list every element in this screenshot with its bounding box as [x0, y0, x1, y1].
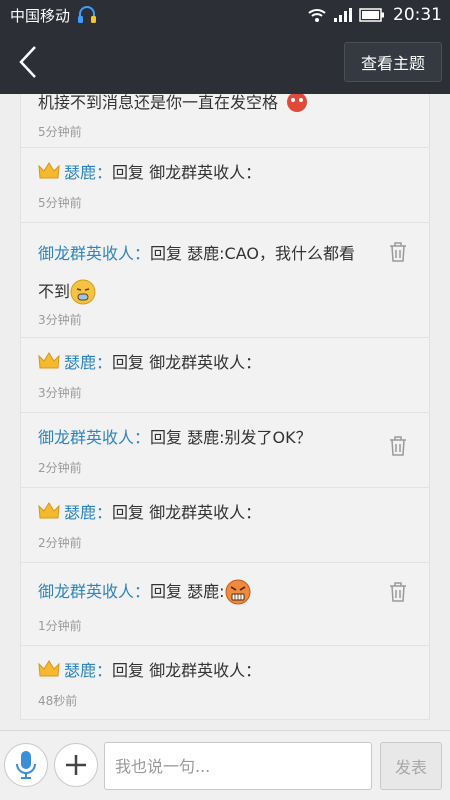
reply-target: 御龙群英收人： — [149, 503, 262, 522]
author-name[interactable]: 瑟鹿 — [64, 503, 96, 522]
author-name[interactable]: 瑟鹿 — [64, 163, 96, 182]
reply-word: 回复 — [150, 244, 183, 263]
wifi-icon — [308, 9, 326, 22]
trash-icon[interactable] — [388, 241, 408, 263]
reply-target: 瑟鹿 — [187, 244, 220, 263]
input-bar: 发表 — [0, 730, 450, 800]
microphone-icon — [16, 751, 36, 779]
back-button[interactable] — [0, 30, 56, 94]
tired-face-emoji-icon — [70, 279, 96, 305]
carrier-label: 中国移动 — [10, 6, 71, 25]
reply-time: 3分钟前 — [38, 313, 82, 327]
reply-word: 回复 — [112, 163, 145, 182]
reply-target: 瑟鹿 — [187, 582, 220, 601]
author-separator: ： — [134, 582, 151, 601]
view-topic-button[interactable]: 查看主题 — [344, 42, 442, 82]
reply-word: 回复 — [112, 353, 145, 372]
reply-text: 瑟鹿：回复 御龙群英收人： — [38, 160, 368, 186]
plus-icon — [66, 755, 86, 775]
author-name[interactable]: 御龙群英收人 — [38, 244, 134, 263]
reply-time: 48秒前 — [38, 694, 78, 708]
crown-icon — [38, 660, 60, 677]
author-name[interactable]: 瑟鹿 — [64, 661, 96, 680]
signal-icon — [334, 8, 352, 22]
angry-grimace-emoji-icon — [225, 579, 251, 605]
reply-target: 御龙群英收人： — [149, 353, 262, 372]
reply-content: :别发了OK？ — [219, 428, 312, 447]
status-bar: 中国移动 20:31 — [0, 0, 450, 30]
reply-word: 回复 — [112, 661, 145, 680]
author-separator: ： — [96, 163, 113, 182]
reply-text: 瑟鹿：回复 御龙群英收人： — [38, 350, 368, 376]
chevron-left-icon — [19, 46, 36, 78]
clock-label: 20:31 — [393, 5, 442, 25]
reply-item: 瑟鹿：回复 御龙群英收人： 3分钟前 — [20, 338, 430, 412]
reply-text: 瑟鹿：回复 御龙群英收人： — [38, 500, 368, 526]
author-separator: ： — [96, 503, 113, 522]
reply-item: 瑟鹿：回复 御龙群英收人： 48秒前 — [20, 646, 430, 720]
reply-time: 2分钟前 — [38, 536, 82, 550]
battery-icon — [359, 8, 384, 22]
reply-item: 御龙群英收人：回复 瑟鹿: 1分钟前 — [20, 563, 430, 645]
reply-list: 机接不到消息还是你一直在发空格 5分钟前 瑟鹿：回复 御龙群英收人： 5分钟前 … — [0, 94, 450, 730]
voice-input-button[interactable] — [4, 743, 48, 787]
author-name[interactable]: 御龙群英收人 — [38, 582, 134, 601]
crown-icon — [38, 162, 60, 179]
reply-target: 御龙群英收人： — [149, 163, 262, 182]
crown-icon — [38, 502, 60, 519]
reply-target: 御龙群英收人： — [149, 661, 262, 680]
reply-item: 御龙群英收人：回复 瑟鹿:别发了OK？ 2分钟前 — [20, 413, 430, 487]
sticker-emoji-icon — [287, 94, 308, 112]
reply-time: 1分钟前 — [38, 619, 82, 633]
reply-time: 3分钟前 — [38, 386, 82, 400]
reply-time: 2分钟前 — [38, 461, 82, 475]
reply-word: 回复 — [150, 582, 183, 601]
reply-item: 御龙群英收人：回复 瑟鹿:CAO，我什么都看不到 3分钟前 — [20, 223, 430, 337]
partial-reply-time: 5分钟前 — [38, 125, 82, 139]
reply-target: 瑟鹿 — [187, 428, 220, 447]
trash-icon[interactable] — [388, 435, 408, 457]
add-attachment-button[interactable] — [54, 743, 98, 787]
crown-icon — [38, 352, 60, 369]
author-separator: ： — [96, 661, 113, 680]
nav-bar: 查看主题 — [0, 30, 450, 94]
trash-icon[interactable] — [388, 581, 408, 603]
headset-icon — [78, 6, 97, 23]
reply-text: 御龙群英收人：回复 瑟鹿:别发了OK？ — [38, 425, 368, 451]
partial-reply-content: 机接不到消息还是你一直在发空格 — [38, 94, 279, 112]
author-separator: ： — [134, 244, 151, 263]
author-separator: ： — [134, 428, 151, 447]
partial-reply-text: 机接不到消息还是你一直在发空格 — [38, 94, 338, 112]
reply-text: 御龙群英收人：回复 瑟鹿: — [38, 579, 368, 605]
author-name[interactable]: 瑟鹿 — [64, 353, 96, 372]
reply-text: 御龙群英收人：回复 瑟鹿:CAO，我什么都看不到 — [38, 235, 368, 311]
send-button[interactable]: 发表 — [380, 742, 442, 790]
reply-word: 回复 — [112, 503, 145, 522]
reply-time: 5分钟前 — [38, 196, 82, 210]
reply-input[interactable] — [104, 742, 372, 790]
reply-word: 回复 — [150, 428, 183, 447]
author-separator: ： — [96, 353, 113, 372]
reply-text: 瑟鹿：回复 御龙群英收人： — [38, 658, 368, 684]
author-name[interactable]: 御龙群英收人 — [38, 428, 134, 447]
reply-item: 瑟鹿：回复 御龙群英收人： 2分钟前 — [20, 488, 430, 562]
reply-item: 瑟鹿：回复 御龙群英收人： 5分钟前 — [20, 148, 430, 222]
